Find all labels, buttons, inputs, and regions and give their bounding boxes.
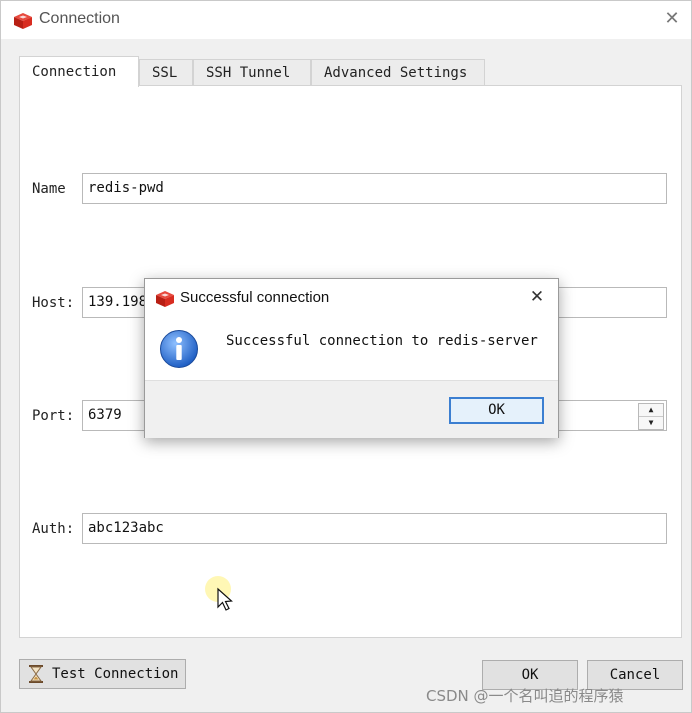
window-title: Connection <box>39 10 120 27</box>
stepper-up-icon[interactable]: ▲ <box>639 404 663 417</box>
title-bar: Connection ✕ <box>1 1 691 39</box>
port-stepper[interactable]: ▲ ▼ <box>638 403 664 430</box>
test-connection-button[interactable]: Test Connection <box>19 659 186 689</box>
mouse-cursor-icon <box>205 576 233 611</box>
dialog-close-icon[interactable]: ✕ <box>526 286 548 308</box>
test-connection-label: Test Connection <box>52 666 179 682</box>
name-field[interactable]: redis-pwd <box>82 173 667 204</box>
watermark: CSDN @一个名叫追的程序猿 <box>426 687 624 705</box>
redis-logo-icon <box>156 291 174 307</box>
tab-connection[interactable]: Connection <box>19 56 139 87</box>
hourglass-icon <box>29 665 43 683</box>
dialog-message: Successful connection to redis-server <box>226 333 538 349</box>
tab-advanced-settings[interactable]: Advanced Settings <box>311 59 485 86</box>
host-label: Host: <box>32 295 75 311</box>
success-dialog: Successful connection ✕ Successful conne… <box>144 278 559 438</box>
tab-ssl[interactable]: SSL <box>139 59 193 86</box>
dialog-title: Successful connection <box>180 289 330 306</box>
dialog-ok-button[interactable]: OK <box>449 397 544 424</box>
port-label: Port: <box>32 408 75 424</box>
auth-field[interactable]: abc123abc <box>82 513 667 544</box>
close-icon[interactable]: ✕ <box>661 8 683 30</box>
dialog-footer: OK <box>145 380 558 438</box>
stepper-down-icon[interactable]: ▼ <box>639 417 663 429</box>
name-label: Name <box>32 181 66 197</box>
info-icon <box>160 330 198 368</box>
tab-ssh-tunnel[interactable]: SSH Tunnel <box>193 59 311 86</box>
auth-label: Auth: <box>32 521 75 537</box>
connection-window: Connection ✕ Connection SSL SSH Tunnel A… <box>0 0 692 713</box>
redis-logo-icon <box>14 13 32 29</box>
